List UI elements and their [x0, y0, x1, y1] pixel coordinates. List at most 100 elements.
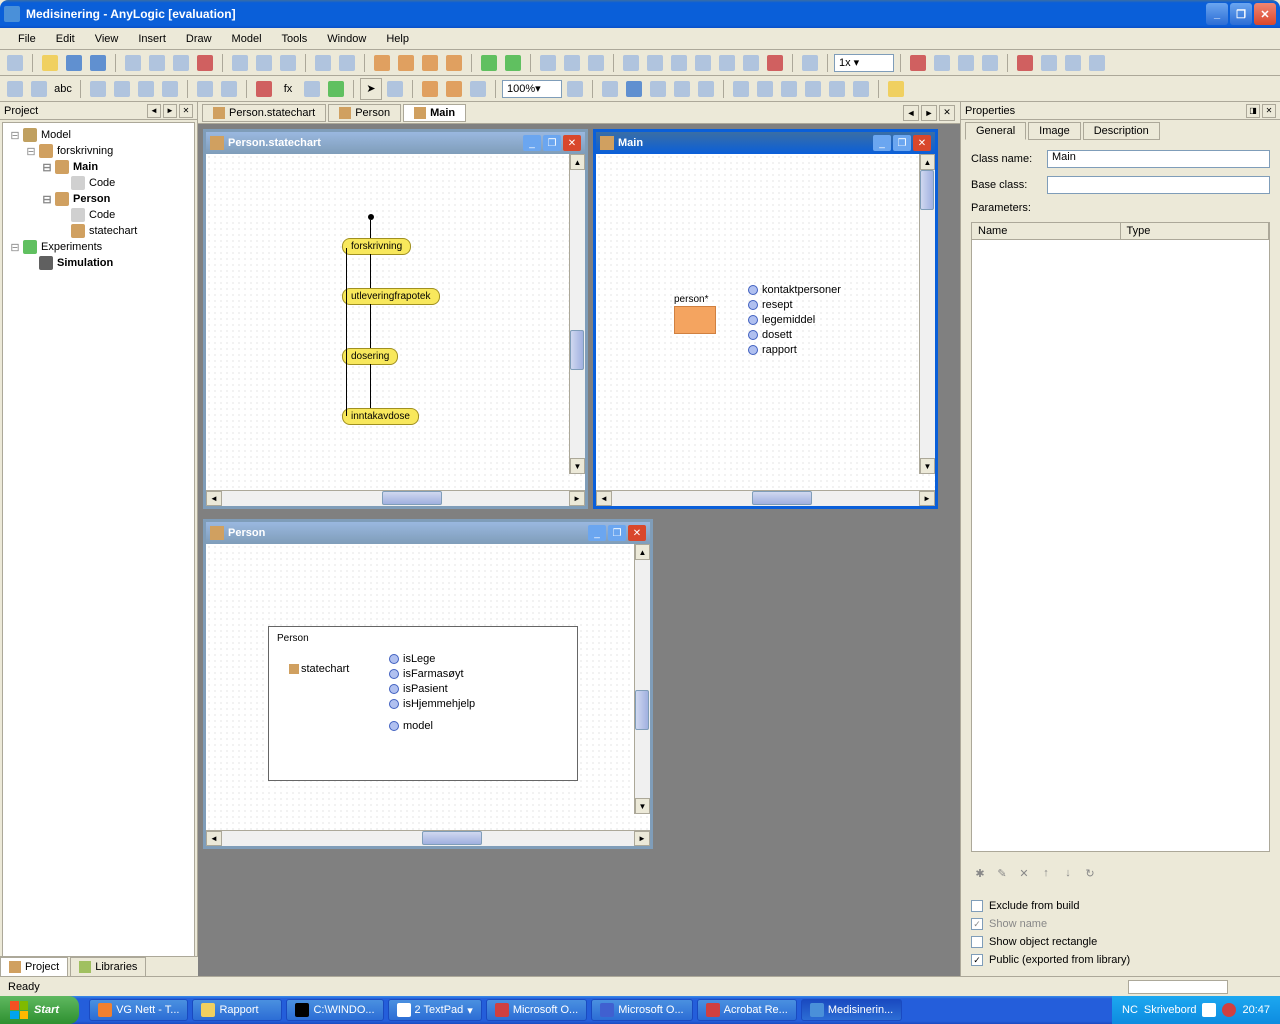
start-button[interactable]: Start — [0, 996, 79, 1024]
menu-tools[interactable]: Tools — [272, 31, 318, 47]
tb2-t[interactable] — [695, 78, 717, 100]
add-param-button[interactable]: ✱ — [971, 864, 989, 882]
tb-q[interactable] — [1038, 52, 1060, 74]
tb2-y[interactable] — [826, 78, 848, 100]
param-item[interactable]: legemiddel — [748, 314, 815, 326]
open-button[interactable] — [39, 52, 61, 74]
initial-state[interactable] — [368, 214, 374, 220]
tb-p[interactable] — [1014, 52, 1036, 74]
paste-button[interactable] — [170, 52, 192, 74]
proj-tab-libraries[interactable]: Libraries — [70, 957, 146, 976]
agent-person[interactable] — [674, 306, 716, 334]
tree-item-simulation[interactable]: Simulation — [7, 255, 190, 271]
param-item[interactable]: kontaktpersoner — [748, 284, 841, 296]
state-node[interactable]: utleveringfrapotek — [342, 288, 440, 305]
tree-item-person[interactable]: ⊟Person — [7, 191, 190, 207]
task-item[interactable]: 2 TextPad▾ — [388, 999, 482, 1021]
param-item[interactable]: dosett — [748, 329, 792, 341]
param-item[interactable]: isFarmasøyt — [389, 668, 464, 680]
findnext-button[interactable] — [253, 52, 275, 74]
tb-d[interactable] — [620, 52, 642, 74]
scrollbar-v[interactable]: ▲▼ — [569, 154, 585, 474]
tb-e[interactable] — [644, 52, 666, 74]
project-tree[interactable]: ⊟Model ⊟forskrivning ⊟Main Code ⊟Person … — [2, 122, 195, 974]
delete-param-button[interactable]: ✕ — [1015, 864, 1033, 882]
delete-button[interactable] — [194, 52, 216, 74]
mdi-window-main[interactable]: Main _ ❐ ✕ person* kontaktpersoner resep… — [593, 129, 938, 509]
new-button[interactable] — [4, 52, 26, 74]
scrollbar-v[interactable]: ▲▼ — [919, 154, 935, 474]
build3-button[interactable] — [419, 52, 441, 74]
mdi-min[interactable]: _ — [588, 525, 606, 541]
tb-m[interactable] — [931, 52, 953, 74]
saveall-button[interactable] — [87, 52, 109, 74]
tb-o[interactable] — [979, 52, 1001, 74]
tb-b[interactable] — [561, 52, 583, 74]
param-item[interactable]: isHjemmehjelp — [389, 698, 475, 710]
task-item[interactable]: Microsoft O... — [486, 999, 587, 1021]
tb-i[interactable] — [740, 52, 762, 74]
tb2-w[interactable] — [778, 78, 800, 100]
props-tab-general[interactable]: General — [965, 122, 1026, 140]
mdi-window-person[interactable]: Person _ ❐ ✕ Person statechart isLege is… — [203, 519, 653, 849]
tb2-c[interactable] — [87, 78, 109, 100]
tb2-j[interactable] — [301, 78, 323, 100]
tb-s[interactable] — [1086, 52, 1108, 74]
scrollbar-h[interactable]: ◄► — [206, 490, 585, 506]
tb-c[interactable] — [585, 52, 607, 74]
tab-prev[interactable]: ◄ — [903, 105, 919, 121]
window-close-button[interactable]: ✕ — [1254, 3, 1276, 25]
tb2-d[interactable] — [111, 78, 133, 100]
step-button[interactable] — [502, 52, 524, 74]
tree-root[interactable]: ⊟Model — [7, 127, 190, 143]
systray[interactable]: NC Skrivebord 20:47 — [1112, 996, 1280, 1024]
tb2-p[interactable] — [599, 78, 621, 100]
window-minimize-button[interactable]: _ — [1206, 3, 1228, 25]
exclude-checkbox[interactable] — [971, 900, 983, 912]
panel-close[interactable]: ✕ — [1262, 104, 1276, 118]
props-tab-description[interactable]: Description — [1083, 122, 1160, 140]
tb2-o[interactable] — [467, 78, 489, 100]
copy-button[interactable] — [146, 52, 168, 74]
tb2-abc[interactable]: abc — [52, 78, 74, 100]
move-down-button[interactable]: ↓ — [1059, 864, 1077, 882]
menu-model[interactable]: Model — [222, 31, 272, 47]
mdi-max[interactable]: ❐ — [543, 135, 561, 151]
scrollbar-v[interactable]: ▲▼ — [634, 544, 650, 814]
zoom-fit-button[interactable] — [564, 78, 586, 100]
param-item[interactable]: model — [389, 720, 433, 732]
menu-file[interactable]: File — [8, 31, 46, 47]
mdi-window-statechart[interactable]: Person.statechart _ ❐ ✕ forskrivning utl… — [203, 129, 588, 509]
mdi-max[interactable]: ❐ — [893, 135, 911, 151]
tree-item-experiments[interactable]: ⊟Experiments — [7, 239, 190, 255]
public-checkbox[interactable]: ✓ — [971, 954, 983, 966]
move-up-button[interactable]: ↑ — [1037, 864, 1055, 882]
state-node[interactable]: forskrivning — [342, 238, 411, 255]
class-name-input[interactable]: Main — [1047, 150, 1270, 168]
statechart-ref[interactable]: statechart — [289, 663, 349, 675]
tb-r[interactable] — [1062, 52, 1084, 74]
pointer-tool[interactable]: ➤ — [360, 78, 382, 100]
tree-item-main[interactable]: ⊟Main — [7, 159, 190, 175]
tb2-k[interactable] — [325, 78, 347, 100]
find-button[interactable] — [229, 52, 251, 74]
zoom-1x[interactable]: 1x ▾ — [834, 54, 894, 72]
tb2-v[interactable] — [754, 78, 776, 100]
tb-n[interactable] — [955, 52, 977, 74]
param-item[interactable]: resept — [748, 299, 793, 311]
menu-insert[interactable]: Insert — [128, 31, 176, 47]
task-item[interactable]: Rapport — [192, 999, 282, 1021]
param-item[interactable]: isPasient — [389, 683, 448, 695]
tb2-e[interactable] — [135, 78, 157, 100]
props-tab-image[interactable]: Image — [1028, 122, 1081, 140]
task-item-active[interactable]: Medisinerin... — [801, 999, 902, 1021]
tb-k[interactable] — [799, 52, 821, 74]
tb2-b[interactable] — [28, 78, 50, 100]
scrollbar-h[interactable]: ◄► — [206, 830, 650, 846]
tb-g[interactable] — [692, 52, 714, 74]
build4-button[interactable] — [443, 52, 465, 74]
tab-close[interactable]: ✕ — [939, 105, 955, 121]
mdi-min[interactable]: _ — [523, 135, 541, 151]
tab-person[interactable]: Person — [328, 104, 401, 122]
tb-f[interactable] — [668, 52, 690, 74]
